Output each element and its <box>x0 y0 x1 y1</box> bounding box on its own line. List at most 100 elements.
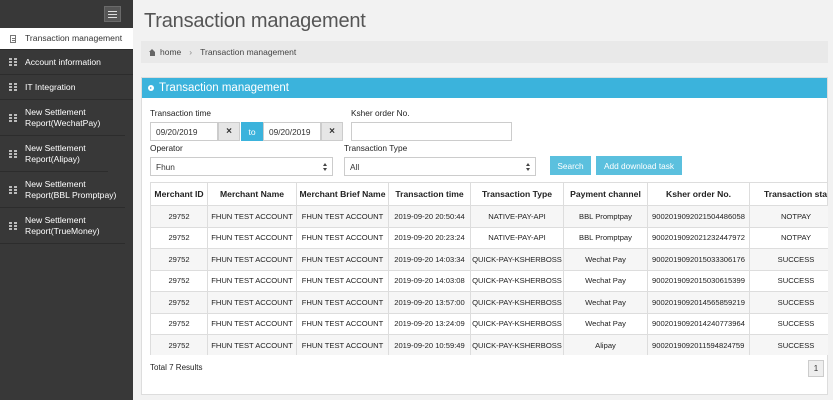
table-body: 29752 FHUN TEST ACCOUNT FHUN TEST ACCOUNT 2… <box>150 205 828 355</box>
breadcrumb: home › Transaction management <box>141 41 828 63</box>
ksher-order-input[interactable] <box>351 122 512 141</box>
ksher-order-label: Ksher order No. <box>351 108 410 118</box>
end-date-input[interactable]: 09/20/2019 <box>263 122 321 141</box>
breadcrumb-home[interactable]: home <box>160 47 181 57</box>
sidebar-item-settlement-alipay[interactable]: New Settlement Report(Alipay) <box>0 136 108 172</box>
sidebar-item-label: IT Integration <box>25 81 76 92</box>
table-cell: SUCCESS <box>749 312 828 335</box>
sidebar-item-account-information[interactable]: Account information <box>0 50 133 75</box>
table-cell: FHUN TEST ACCOUNT <box>207 312 297 335</box>
table-cell: FHUN TEST ACCOUNT <box>207 248 297 271</box>
sidebar-item-label: New Settlement Report(TrueMoney) <box>25 214 100 236</box>
pagination-page-1[interactable]: 1 <box>808 360 824 377</box>
add-download-task-button[interactable]: Add download task <box>596 156 682 175</box>
table-cell: FHUN TEST ACCOUNT <box>296 205 389 228</box>
table-cell: QUICK-PAY-KSHERBOSS <box>470 334 564 355</box>
table-cell: 29752 <box>150 205 208 228</box>
table-cell: FHUN TEST ACCOUNT <box>296 291 389 314</box>
table-cell: 29752 <box>150 291 208 314</box>
sidebar-item-transaction-management[interactable]: Transaction management <box>0 28 133 50</box>
table-cell: QUICK-PAY-KSHERBOSS <box>470 291 564 314</box>
table-cell: 29752 <box>150 226 208 249</box>
table-cell: FHUN TEST ACCOUNT <box>207 291 297 314</box>
transaction-type-value: All <box>350 161 360 172</box>
search-button[interactable]: Search <box>550 156 591 175</box>
grid-icon <box>9 83 17 91</box>
table-cell: 9002019092011594824759 <box>647 334 750 355</box>
sidebar-item-label: New Settlement Report(BBL Promptpay) <box>25 178 117 200</box>
table-cell: 29752 <box>150 248 208 271</box>
table-cell: SUCCESS <box>749 291 828 314</box>
table-cell: NOTPAY <box>749 226 828 249</box>
main-content: Transaction management home › Transactio… <box>133 0 833 400</box>
table-row[interactable]: 29752 FHUN TEST ACCOUNT FHUN TEST ACCOUNT 2… <box>150 205 828 228</box>
clear-end-date-button[interactable]: × <box>321 122 343 141</box>
grid-icon <box>9 221 17 230</box>
select-caret-icon <box>323 162 328 172</box>
table-cell: 2019-09-20 20:23:24 <box>388 226 471 249</box>
table-cell: 29752 <box>150 269 208 292</box>
table-row[interactable]: 29752 FHUN TEST ACCOUNT FHUN TEST ACCOUNT 2… <box>150 291 828 314</box>
start-date-input[interactable]: 09/20/2019 <box>150 122 218 141</box>
table-cell: FHUN TEST ACCOUNT <box>207 226 297 249</box>
table-cell: FHUN TEST ACCOUNT <box>296 269 389 292</box>
table-cell: SUCCESS <box>749 269 828 292</box>
table-cell: SUCCESS <box>749 334 828 355</box>
sidebar-item-it-integration[interactable]: IT Integration <box>0 75 133 100</box>
grid-icon <box>9 58 17 66</box>
page-title: Transaction management <box>144 10 366 32</box>
table-cell: FHUN TEST ACCOUNT <box>296 226 389 249</box>
clear-start-date-button[interactable]: × <box>218 122 240 141</box>
table-cell: NATIVE-PAY-API <box>470 205 564 228</box>
table-cell: 9002019092021504486058 <box>647 205 750 228</box>
panel-header: Transaction management <box>142 78 827 98</box>
transaction-type-label: Transaction Type <box>344 143 408 153</box>
table-cell: 2019-09-20 14:03:08 <box>388 269 471 292</box>
column-header: Transaction time <box>388 182 471 206</box>
transaction-type-select[interactable]: All <box>344 157 536 176</box>
menu-toggle-icon[interactable] <box>104 6 121 22</box>
table-cell: FHUN TEST ACCOUNT <box>296 334 389 355</box>
sidebar-item-label: Transaction management <box>25 33 123 43</box>
sidebar-item-settlement-truemoney[interactable]: New Settlement Report(TrueMoney) <box>0 208 125 244</box>
column-header: Merchant Name <box>207 182 297 206</box>
table-cell: 9002019092015030615399 <box>647 269 750 292</box>
column-header: Transaction Type <box>470 182 564 206</box>
table-cell: QUICK-PAY-KSHERBOSS <box>470 312 564 335</box>
column-header: Merchant Brief Name <box>296 182 389 206</box>
table-cell: NATIVE-PAY-API <box>470 226 564 249</box>
operator-value: Fhun <box>156 161 175 172</box>
transaction-table: Merchant ID Merchant Name Merchant Brief N… <box>150 182 828 355</box>
table-cell: 2019-09-20 20:50:44 <box>388 205 471 228</box>
sidebar: Transaction management Account informati… <box>0 0 133 400</box>
table-cell: NOTPAY <box>749 205 828 228</box>
table-row[interactable]: 29752 FHUN TEST ACCOUNT FHUN TEST ACCOUNT 2… <box>150 269 828 292</box>
breadcrumb-current: Transaction management <box>200 47 297 57</box>
table-cell: BBL Promptpay <box>563 205 648 228</box>
operator-select[interactable]: Fhun <box>150 157 333 176</box>
column-header: Merchant ID <box>150 182 208 206</box>
home-icon <box>149 48 156 56</box>
table-cell: FHUN TEST ACCOUNT <box>207 205 297 228</box>
table-cell: Alipay <box>563 334 648 355</box>
breadcrumb-separator: › <box>189 47 193 57</box>
table-row[interactable]: 29752 FHUN TEST ACCOUNT FHUN TEST ACCOUNT 2… <box>150 248 828 271</box>
transaction-panel: Transaction management Transaction time … <box>141 77 828 395</box>
table-cell: 2019-09-20 10:59:49 <box>388 334 471 355</box>
table-row[interactable]: 29752 FHUN TEST ACCOUNT FHUN TEST ACCOUNT 2… <box>150 226 828 249</box>
grid-icon <box>9 185 17 194</box>
sidebar-item-settlement-bbl-promptpay[interactable]: New Settlement Report(BBL Promptpay) <box>0 172 125 208</box>
table-cell: Wechat Pay <box>563 312 648 335</box>
panel-title: Transaction management <box>159 82 289 94</box>
table-cell: 9002019092015033306176 <box>647 248 750 271</box>
table-cell: FHUN TEST ACCOUNT <box>296 312 389 335</box>
table-cell: Wechat Pay <box>563 269 648 292</box>
table-row[interactable]: 29752 FHUN TEST ACCOUNT FHUN TEST ACCOUNT 2… <box>150 312 828 335</box>
table-row[interactable]: 29752 FHUN TEST ACCOUNT FHUN TEST ACCOUNT 2… <box>150 334 828 355</box>
table-header-row: Merchant ID Merchant Name Merchant Brief N… <box>150 182 828 206</box>
table-cell: 29752 <box>150 312 208 335</box>
sidebar-item-settlement-wechatpay[interactable]: New Settlement Report(WechatPay) <box>0 100 125 136</box>
table-cell: QUICK-PAY-KSHERBOSS <box>470 269 564 292</box>
transaction-time-label: Transaction time <box>150 108 212 118</box>
transaction-table-container[interactable]: Merchant ID Merchant Name Merchant Brief N… <box>150 182 828 355</box>
